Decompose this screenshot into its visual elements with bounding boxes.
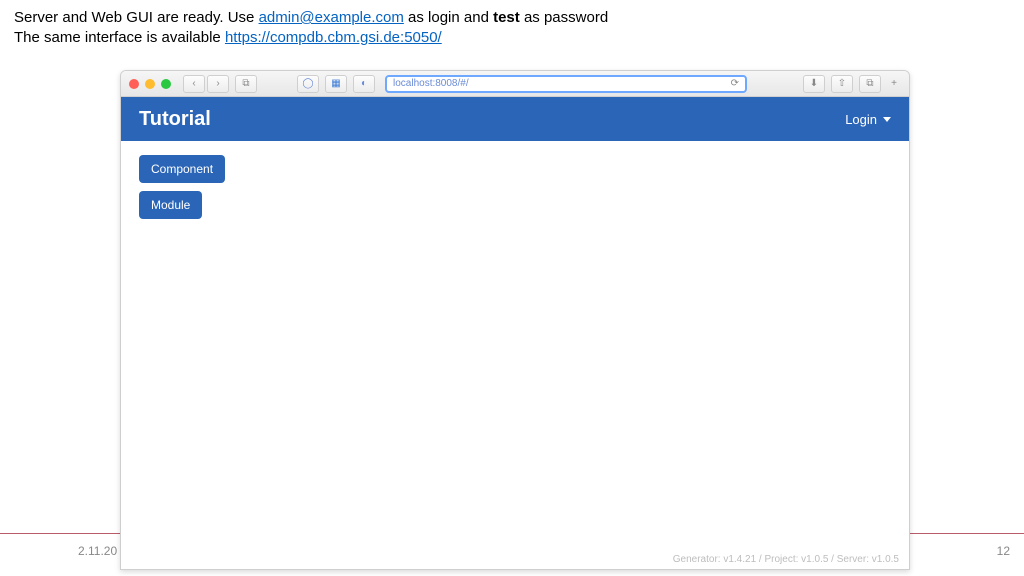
grid-icon[interactable]: ▦ (325, 75, 347, 93)
component-button[interactable]: Component (139, 155, 225, 183)
address-bar[interactable]: localhost:8008/#/ ⟳ (385, 75, 747, 93)
close-icon[interactable] (129, 79, 139, 89)
window-controls (129, 79, 171, 89)
text: as login and (404, 9, 493, 26)
page-content: Component Module Generator: v1.4.21 / Pr… (121, 141, 909, 569)
password-text: test (493, 9, 520, 26)
login-label: Login (845, 112, 877, 127)
login-dropdown[interactable]: Login (845, 112, 891, 127)
refresh-icon[interactable]: ⟳ (731, 78, 739, 89)
sidebar-toggle-button[interactable]: ⧉ (235, 75, 257, 93)
new-tab-button[interactable]: + (887, 75, 901, 93)
text: as password (520, 9, 608, 26)
forward-button[interactable]: › (207, 75, 229, 93)
reader-icon[interactable]: ◐ (353, 75, 375, 93)
external-url-link[interactable]: https://compdb.cbm.gsi.de:5050/ (225, 29, 442, 46)
version-footer: Generator: v1.4.21 / Project: v1.0.5 / S… (673, 554, 899, 565)
page-title: Tutorial (139, 108, 211, 131)
slide-date: 2.11.20 (78, 544, 117, 558)
slide-instructions: Server and Web GUI are ready. Use admin@… (0, 0, 1024, 53)
login-email-link[interactable]: admin@example.com (259, 9, 404, 26)
tabs-button[interactable]: ⧉ (859, 75, 881, 93)
back-button[interactable]: ‹ (183, 75, 205, 93)
text: Server and Web GUI are ready. Use (14, 9, 259, 26)
shield-icon[interactable]: ◯ (297, 75, 319, 93)
app-navbar: Tutorial Login (121, 97, 909, 141)
minimize-icon[interactable] (145, 79, 155, 89)
module-button[interactable]: Module (139, 191, 202, 219)
download-button[interactable]: ⬇ (803, 75, 825, 93)
web-page: Tutorial Login Component Module Generato… (121, 97, 909, 569)
browser-titlebar: ‹ › ⧉ ◯ ▦ ◐ localhost:8008/#/ ⟳ ⬇ ⇧ ⧉ + (121, 71, 909, 97)
browser-window: ‹ › ⧉ ◯ ▦ ◐ localhost:8008/#/ ⟳ ⬇ ⇧ ⧉ + … (120, 70, 910, 570)
chevron-down-icon (883, 117, 891, 122)
maximize-icon[interactable] (161, 79, 171, 89)
slide-page-number: 12 (997, 544, 1010, 558)
text: The same interface is available (14, 29, 225, 46)
url-text: localhost:8008/#/ (393, 78, 469, 89)
share-button[interactable]: ⇧ (831, 75, 853, 93)
